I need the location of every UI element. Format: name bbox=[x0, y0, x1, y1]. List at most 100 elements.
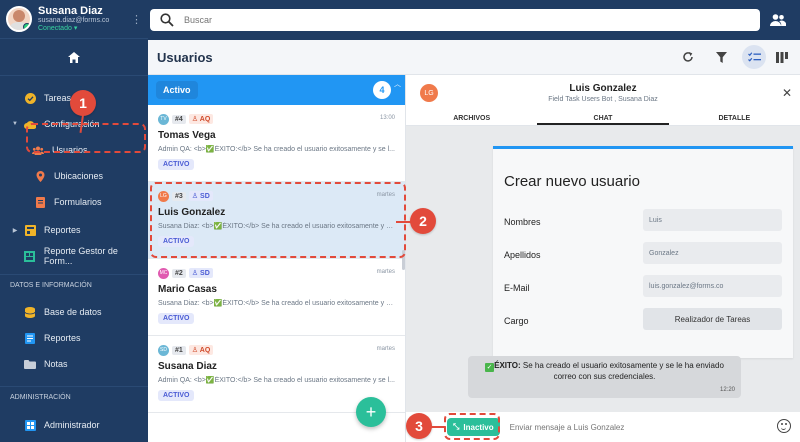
ticket-number: #2 bbox=[172, 268, 186, 278]
sidebar-item-reportes-data[interactable]: Reportes bbox=[0, 325, 148, 351]
tab-detalle[interactable]: DETALLE bbox=[669, 111, 800, 125]
ticket-number: #1 bbox=[172, 345, 186, 355]
initials-badge: MC bbox=[158, 267, 169, 279]
folder-icon bbox=[24, 358, 36, 370]
home-button[interactable] bbox=[0, 38, 148, 76]
database-icon bbox=[24, 306, 36, 318]
status-group-header[interactable]: Activo 4 ︿ bbox=[148, 75, 405, 105]
field-label: Cargo bbox=[504, 316, 529, 326]
message-input[interactable] bbox=[509, 422, 760, 432]
list-view-button[interactable] bbox=[742, 45, 766, 69]
sidebar-item-label: Reportes bbox=[44, 225, 81, 235]
user-status-label: Conectado bbox=[38, 25, 72, 33]
tab-chat[interactable]: CHAT bbox=[537, 111, 669, 125]
annotation-arrow-3 bbox=[431, 426, 445, 428]
sidebar-item-formularios[interactable]: Formularios bbox=[0, 189, 148, 215]
person-icon: ♙ bbox=[191, 270, 199, 277]
search-input[interactable] bbox=[184, 15, 704, 25]
user-profile[interactable]: Susana Diaz susana.diaz@forms.co Conecta… bbox=[0, 0, 148, 38]
chat-panel: LG Luis Gonzalez Field Task Users Bot , … bbox=[406, 75, 800, 442]
admin-grid-icon bbox=[24, 419, 36, 431]
field-label: E-Mail bbox=[504, 283, 530, 293]
chat-message: ✓ ÉXITO: Se ha creado el usuario exitosam… bbox=[468, 356, 741, 398]
message-snippet: Susana Diaz: <b>✅ÉXITO:</b> Se ha creado… bbox=[158, 300, 396, 307]
chat-tabs: ARCHIVOS CHAT DETALLE bbox=[406, 111, 800, 126]
sidebar-item-administrador[interactable]: Administrador bbox=[0, 412, 148, 438]
field-label: Apellidos bbox=[504, 250, 541, 260]
report-icon bbox=[24, 224, 36, 236]
check-circle-icon bbox=[24, 92, 36, 104]
section-administracion: ADMINISTRACIÓN bbox=[0, 386, 148, 408]
form-title: Crear nuevo usuario bbox=[504, 173, 640, 190]
annotation-box-3 bbox=[444, 413, 500, 440]
user-name: Susana Diaz bbox=[38, 5, 103, 18]
assignee-initials: AQ bbox=[199, 347, 211, 354]
search-icon bbox=[160, 13, 174, 27]
list-item[interactable]: MC #2 ♙ SD martes Mario Casas Susana Dia… bbox=[148, 259, 405, 336]
refresh-icon bbox=[683, 52, 693, 62]
sidebar-item-label: Ubicaciones bbox=[54, 171, 104, 181]
sidebar: Susana Diaz susana.diaz@forms.co Conecta… bbox=[0, 0, 148, 442]
annotation-badge-2: 2 bbox=[410, 208, 436, 234]
plus-icon: + bbox=[365, 401, 377, 422]
field-value: luis.gonzalez@forms.co bbox=[643, 275, 782, 297]
person-icon: ♙ bbox=[191, 347, 199, 354]
avatar bbox=[6, 6, 32, 32]
field-value: Realizador de Tareas bbox=[643, 308, 782, 330]
user-email: susana.diaz@forms.co bbox=[38, 17, 110, 25]
user-status[interactable]: Conectado ▾ bbox=[38, 25, 131, 33]
add-button[interactable]: + bbox=[356, 397, 386, 427]
chevron-down-icon: ▾ bbox=[73, 25, 78, 33]
sidebar-item-base-de-datos[interactable]: Base de datos bbox=[0, 299, 148, 325]
form-message-card: Crear nuevo usuario Nombres Luis Apellid… bbox=[493, 146, 793, 358]
annotation-box-1 bbox=[26, 123, 146, 153]
contact-name: Susana Diaz bbox=[158, 361, 217, 372]
check-icon: ✓ bbox=[485, 363, 495, 372]
kanban-icon bbox=[776, 51, 788, 63]
timestamp: 13:00 bbox=[379, 115, 395, 121]
timestamp: martes bbox=[376, 346, 395, 352]
assignee-tag: ♙ AQ bbox=[188, 114, 214, 124]
chevron-up-icon[interactable]: ︿ bbox=[394, 79, 401, 89]
main-header: Usuarios bbox=[148, 40, 800, 75]
initials-badge: SD bbox=[158, 344, 169, 356]
page-title: Usuarios bbox=[157, 50, 213, 65]
caret-right-icon: ▶ bbox=[12, 227, 18, 234]
initials-badge: TV bbox=[158, 113, 169, 125]
chat-header: LG Luis Gonzalez Field Task Users Bot , … bbox=[406, 75, 800, 111]
close-icon[interactable]: ✕ bbox=[782, 86, 792, 100]
caret-down-icon: ▼ bbox=[12, 121, 18, 127]
conversation-list-panel: Activo 4 ︿ TV #4 ♙ AQ 13:00 Tomas Vega A… bbox=[148, 75, 406, 442]
search-bar[interactable] bbox=[150, 9, 760, 31]
emoji-icon[interactable] bbox=[777, 419, 791, 433]
assignee-tag: ♙ SD bbox=[188, 268, 213, 278]
sidebar-item-reporte-gestor[interactable]: Reporte Gestor de Form... bbox=[0, 243, 148, 269]
message-bold: ÉXITO: bbox=[494, 361, 521, 370]
assignee-initials: AQ bbox=[199, 116, 211, 123]
timestamp: martes bbox=[376, 269, 395, 275]
board-view-button[interactable] bbox=[772, 47, 792, 67]
sidebar-item-label: Base de datos bbox=[44, 307, 102, 317]
sidebar-item-notas[interactable]: Notas bbox=[0, 351, 148, 377]
tab-archivos[interactable]: ARCHIVOS bbox=[406, 111, 537, 125]
filter-button[interactable] bbox=[711, 47, 731, 67]
section-datos: DATOS E INFORMACIÓN bbox=[0, 274, 148, 296]
status-label: Activo bbox=[156, 81, 198, 99]
sidebar-item-label: Reporte Gestor de Form... bbox=[43, 246, 118, 266]
grid-icon bbox=[24, 250, 36, 262]
sidebar-item-label: Notas bbox=[44, 359, 68, 369]
form-icon bbox=[34, 196, 46, 208]
list-item[interactable]: TV #4 ♙ AQ 13:00 Tomas Vega Admin QA: <b… bbox=[148, 105, 405, 182]
field-value: Luis bbox=[643, 209, 782, 231]
status-badge: ACTIVO bbox=[158, 390, 195, 401]
contacts-icon[interactable] bbox=[770, 13, 786, 27]
sidebar-item-reportes[interactable]: ▶ Reportes bbox=[0, 217, 148, 243]
sidebar-item-label: Reportes bbox=[44, 333, 81, 343]
sidebar-item-ubicaciones[interactable]: Ubicaciones bbox=[0, 163, 148, 189]
ticket-number: #4 bbox=[172, 114, 186, 124]
annotation-badge-1: 1 bbox=[70, 90, 96, 116]
more-vertical-icon[interactable]: ⋮ bbox=[131, 13, 142, 26]
refresh-button[interactable] bbox=[678, 47, 698, 67]
location-pin-icon bbox=[34, 170, 46, 182]
status-badge: ACTIVO bbox=[158, 313, 195, 324]
